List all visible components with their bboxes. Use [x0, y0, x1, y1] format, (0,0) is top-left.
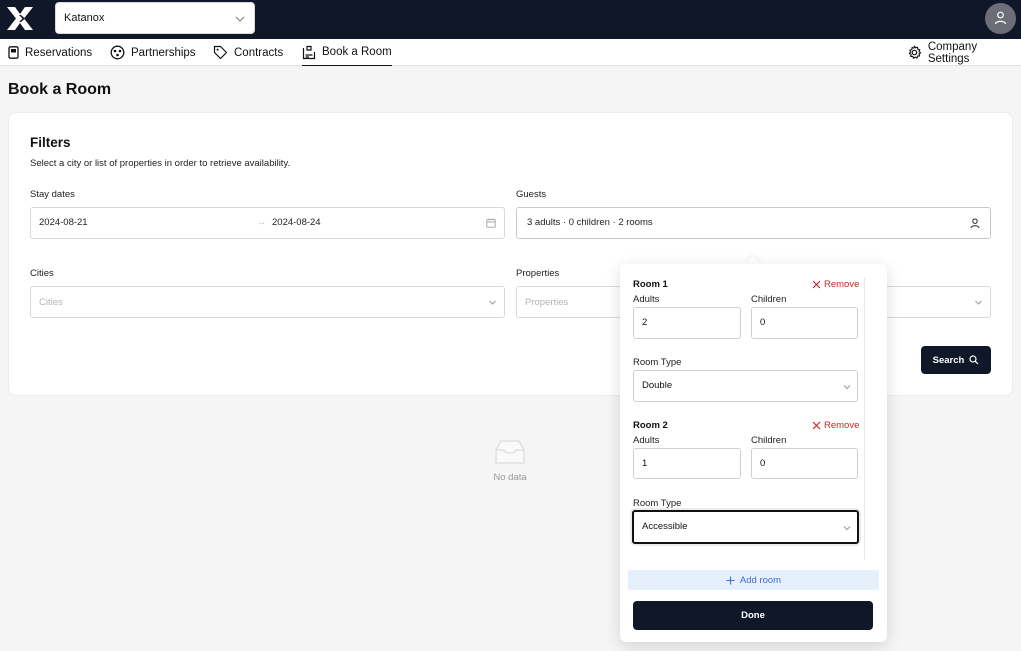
room-2-room-type-select[interactable]: Accessible: [632, 510, 859, 544]
nav-contracts-label: Contracts: [234, 46, 284, 59]
organization-select[interactable]: Katanox: [55, 2, 255, 34]
date-separator-arrow: →: [257, 217, 267, 228]
room-1-adults-label: Adults: [633, 294, 660, 305]
room-2-adults-input[interactable]: 1: [633, 448, 741, 479]
search-button[interactable]: Search: [921, 346, 991, 374]
done-button-label: Done: [741, 610, 765, 621]
add-room-button[interactable]: Add room: [628, 570, 879, 590]
guests-summary: 3 adults · 0 children · 2 rooms: [527, 217, 653, 228]
reservations-icon: [8, 46, 19, 59]
calendar-icon: [486, 218, 496, 228]
room-1-title: Room 1: [633, 279, 668, 290]
tag-icon: [213, 45, 228, 60]
room-1-children-input[interactable]: 0: [751, 307, 858, 339]
rooms-scrollbar[interactable]: [864, 278, 878, 560]
add-room-label: Add room: [739, 574, 782, 586]
room-2-adults-label: Adults: [633, 435, 660, 446]
room-1-room-type-value: Double: [642, 380, 673, 391]
guests-selector[interactable]: 3 adults · 0 children · 2 rooms: [516, 207, 991, 239]
nav-partnerships[interactable]: Partnerships: [110, 39, 196, 66]
nav-book-a-room[interactable]: Book a Room: [302, 39, 392, 66]
room-2-children-input[interactable]: 0: [751, 448, 858, 479]
stay-dates-label: Stay dates: [30, 189, 75, 200]
user-icon: [994, 11, 1007, 25]
user-avatar[interactable]: [985, 3, 1016, 34]
user-icon: [970, 218, 980, 229]
cities-placeholder: Cities: [39, 297, 63, 308]
nav-reservations[interactable]: Reservations: [8, 39, 92, 66]
nav-company-settings[interactable]: Company Settings: [907, 39, 1021, 66]
room-2-room-type-label: Room Type: [633, 498, 682, 509]
room-2-remove-label: Remove: [824, 420, 860, 431]
nav-reservations-label: Reservations: [25, 46, 93, 59]
cities-label: Cities: [30, 268, 54, 279]
room-1-children-value: 0: [760, 317, 766, 328]
filters-title: Filters: [30, 135, 71, 150]
search-button-label: Search: [932, 354, 965, 366]
room-1-room-type-select[interactable]: Double: [633, 370, 858, 402]
nav-contracts[interactable]: Contracts: [213, 39, 283, 66]
room-1-adults-input[interactable]: 2: [633, 307, 741, 339]
search-icon: [969, 355, 979, 365]
filters-subtitle: Select a city or list of properties in o…: [30, 158, 291, 169]
room-1-room-type-label: Room Type: [633, 357, 682, 368]
chevron-down-icon: [235, 16, 245, 22]
katanox-logo[interactable]: [5, 5, 35, 32]
room-1-adults-value: 2: [642, 317, 648, 328]
nav-partnerships-label: Partnerships: [131, 46, 196, 59]
stay-dates-range-picker[interactable]: 2024-08-21 → 2024-08-24: [30, 207, 505, 239]
room-2-title: Room 2: [633, 420, 668, 431]
room-1-children-label: Children: [751, 294, 787, 305]
guests-popover: Room 1 Remove Adults 2 Children 0 Room T…: [620, 264, 887, 642]
nav-company-settings-label: Company Settings: [927, 40, 978, 65]
organization-select-value: Katanox: [64, 12, 105, 24]
nav-book-a-room-label: Book a Room: [322, 46, 392, 58]
main-nav: Reservations Partnerships Contracts Book…: [0, 39, 1021, 66]
empty-inbox-icon: [495, 440, 525, 464]
properties-label: Properties: [516, 268, 560, 279]
room-2-adults-value: 1: [642, 458, 648, 469]
book-room-icon: [302, 45, 316, 59]
done-button[interactable]: Done: [633, 601, 873, 630]
top-bar: Katanox: [0, 0, 1021, 39]
guests-label: Guests: [516, 189, 547, 200]
end-date-input[interactable]: 2024-08-24: [272, 217, 321, 228]
page-title: Book a Room: [8, 81, 112, 98]
chevron-down-icon: [843, 526, 851, 531]
close-icon: [812, 280, 821, 289]
room-1-remove-label: Remove: [824, 279, 860, 290]
partnerships-icon: [110, 45, 125, 60]
room-2-children-value: 0: [760, 458, 766, 469]
close-icon: [812, 421, 821, 430]
cities-select[interactable]: Cities: [30, 286, 505, 318]
gear-icon: [908, 45, 922, 59]
empty-state-text: No data: [493, 472, 527, 483]
room-2-children-label: Children: [751, 435, 787, 446]
properties-placeholder: Properties: [525, 297, 569, 308]
chevron-down-icon: [489, 300, 496, 305]
room-1-remove-button[interactable]: Remove: [812, 279, 859, 290]
chevron-down-icon: [843, 385, 851, 390]
plus-icon: [726, 576, 735, 584]
chevron-down-icon: [975, 300, 982, 305]
start-date-input[interactable]: 2024-08-21: [39, 217, 88, 228]
room-2-room-type-value: Accessible: [642, 521, 688, 532]
room-2-remove-button[interactable]: Remove: [812, 420, 859, 431]
